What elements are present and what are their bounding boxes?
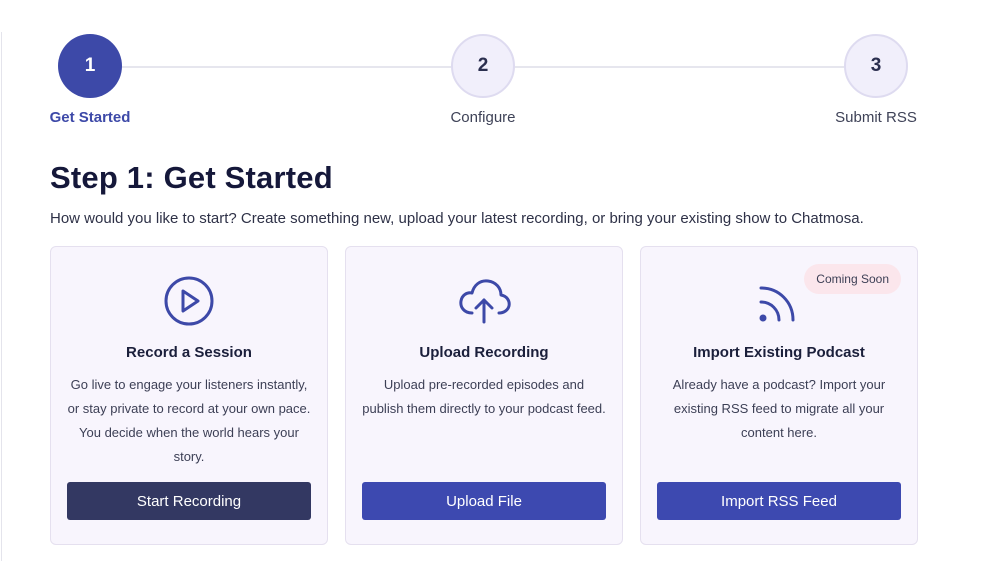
card-description: Go live to engage your listeners instant… xyxy=(67,377,311,464)
start-recording-button[interactable]: Start Recording xyxy=(67,482,311,520)
step-label: Get Started xyxy=(49,109,131,126)
step-label: Configure xyxy=(450,109,516,126)
step-number: 2 xyxy=(451,34,515,98)
step-get-started[interactable]: 1 Get Started xyxy=(30,34,150,126)
step-number: 3 xyxy=(844,34,908,98)
start-options: Record a Session Go live to engage your … xyxy=(50,246,918,545)
record-session-card: Record a Session Go live to engage your … xyxy=(50,246,328,545)
step-label: Submit RSS xyxy=(835,109,917,126)
page-subtitle: How would you like to start? Create some… xyxy=(50,210,864,227)
step-number: 1 xyxy=(58,34,122,98)
cloud-upload-icon xyxy=(459,279,511,324)
card-title: Upload Recording xyxy=(419,344,549,361)
card-title: Record a Session xyxy=(126,344,252,361)
coming-soon-badge: Coming Soon xyxy=(804,264,901,294)
card-description: Already have a podcast? Import your exis… xyxy=(672,377,886,440)
import-podcast-card: Coming Soon Import Existing Podcast Alre… xyxy=(640,246,918,545)
left-divider xyxy=(1,32,2,561)
card-title: Import Existing Podcast xyxy=(693,344,865,361)
rss-icon xyxy=(759,286,795,322)
progress-stepper: 1 Get Started 2 Configure 3 Submit RSS xyxy=(50,34,918,129)
page-title: Step 1: Get Started xyxy=(50,160,333,195)
play-circle-icon xyxy=(164,276,214,326)
upload-file-button[interactable]: Upload File xyxy=(362,482,606,520)
card-description: Upload pre-recorded episodes and publish… xyxy=(362,377,606,416)
import-rss-feed-button[interactable]: Import RSS Feed xyxy=(657,482,901,520)
step-submit-rss[interactable]: 3 Submit RSS xyxy=(816,34,936,126)
step-configure[interactable]: 2 Configure xyxy=(423,34,543,126)
upload-recording-card: Upload Recording Upload pre-recorded epi… xyxy=(345,246,623,545)
